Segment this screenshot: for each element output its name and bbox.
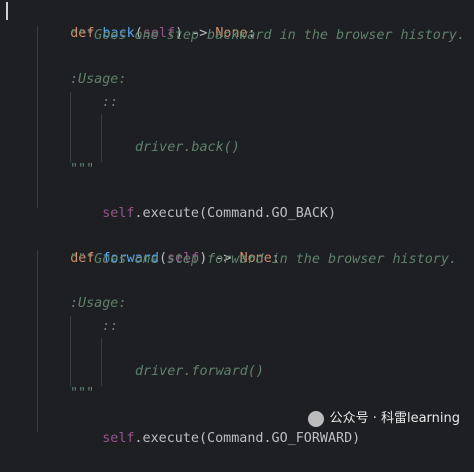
code-line-usage[interactable]: :Usage:: [70, 293, 126, 315]
code-line-docstring[interactable]: """Goes one step backward in the browser…: [70, 25, 465, 47]
code-line-usage[interactable]: :Usage:: [70, 69, 126, 91]
watermark-text: 公众号 · 科雷learning: [329, 411, 460, 426]
indent-guide: [101, 114, 102, 162]
indent-guide: [101, 338, 102, 386]
code-line-execute[interactable]: self.execute(Command.GO_BACK): [70, 181, 336, 221]
watermark: 公众号 · 科雷learning: [307, 408, 460, 430]
code-line-def-back[interactable]: def back(self) -> None:: [38, 1, 255, 41]
code-line-double-colon[interactable]: ::: [102, 316, 118, 338]
code-line-example[interactable]: driver.forward(): [135, 361, 264, 383]
code-line-def-forward[interactable]: def forward(self) -> None:: [38, 226, 280, 266]
indent-guide: [70, 316, 71, 386]
code-line-docstring-close[interactable]: """: [70, 159, 94, 181]
code-line-example[interactable]: driver.back(): [135, 137, 240, 159]
code-line-double-colon[interactable]: ::: [102, 92, 118, 114]
indent-guide: [70, 92, 71, 162]
code-editor[interactable]: def back(self) -> None: """Goes one step…: [0, 0, 474, 446]
wechat-logo-icon: [307, 411, 324, 427]
code-line-docstring[interactable]: """Goes one step forward in the browser …: [70, 249, 457, 271]
code-line-docstring-close[interactable]: """: [70, 383, 94, 405]
text-caret: [6, 2, 8, 20]
